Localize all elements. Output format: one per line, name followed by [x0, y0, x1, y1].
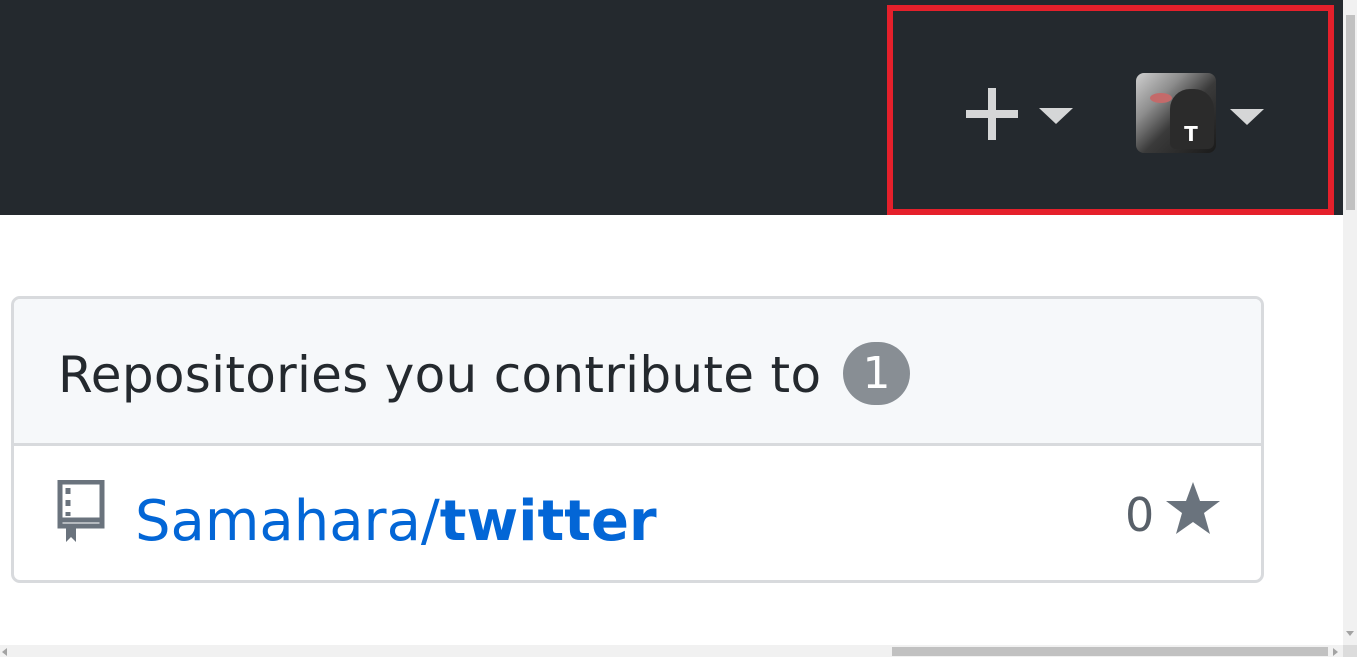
- card-title: Repositories you contribute to: [58, 346, 822, 404]
- repo-link[interactable]: Samahara/twitter: [135, 491, 657, 553]
- scroll-left-arrow-icon[interactable]: [2, 648, 7, 656]
- horizontal-scrollbar[interactable]: [0, 645, 1343, 657]
- repositories-card: Repositories you contribute to 1 Samahar…: [11, 296, 1264, 583]
- repo-owner: Samahara/: [135, 489, 440, 554]
- list-item: Samahara/twitter 0: [14, 449, 1261, 580]
- top-header: T: [0, 0, 1343, 215]
- page: T Repositories you contribute to 1 Samah…: [0, 0, 1357, 657]
- count-badge: 1: [843, 342, 910, 405]
- scroll-down-arrow-icon[interactable]: [1346, 631, 1354, 636]
- scrollbar-thumb[interactable]: [1346, 15, 1355, 210]
- star-icon[interactable]: [1164, 480, 1222, 538]
- scrollbar-corner: [1343, 645, 1357, 657]
- highlight-box: [887, 5, 1334, 215]
- card-header: Repositories you contribute to 1: [14, 299, 1261, 446]
- scrollbar-thumb[interactable]: [892, 647, 1328, 656]
- star-count: 0: [1125, 488, 1155, 542]
- vertical-scrollbar[interactable]: [1343, 0, 1357, 645]
- repo-book-icon: [57, 480, 105, 542]
- repo-name: twitter: [439, 489, 657, 554]
- scroll-right-arrow-icon[interactable]: [1333, 648, 1338, 656]
